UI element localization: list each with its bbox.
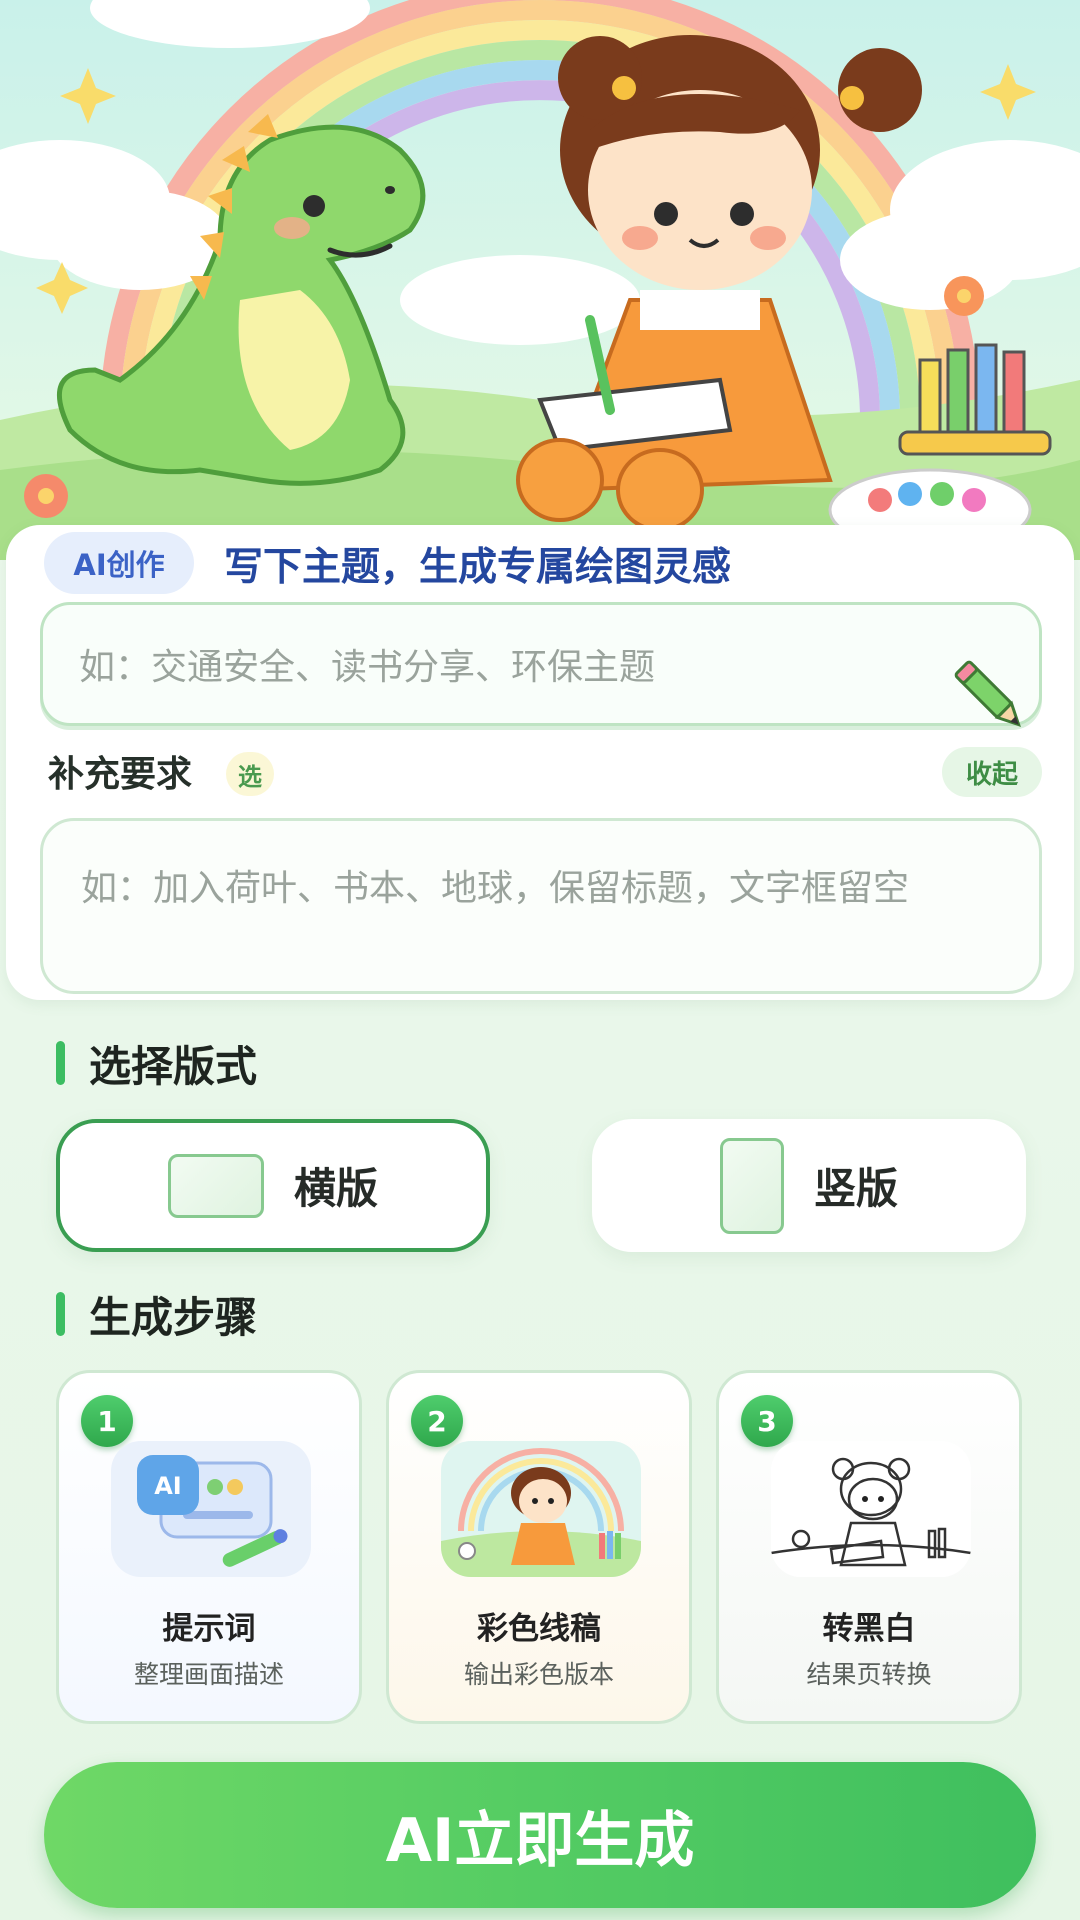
extra-requirements-label: 补充要求 — [48, 754, 193, 795]
ai-creation-chip: AI创作 — [44, 532, 194, 594]
extra-requirements-placeholder: 如：加入荷叶、书本、地球，保留标题，文字框留空 — [81, 868, 910, 909]
extra-requirements-input[interactable]: 如：加入荷叶、书本、地球，保留标题，文字框留空 — [40, 818, 1042, 994]
step-card-prompt: 1 AI 提示词 整理画面描述 — [56, 1370, 362, 1724]
step-number-badge: 3 — [741, 1395, 793, 1447]
layout-option-portrait[interactable]: 竖版 — [592, 1119, 1026, 1252]
ai-prompt-icon: AI — [111, 1441, 311, 1577]
step-subtitle: 输出彩色版本 — [463, 1660, 614, 1689]
collapse-button[interactable]: 收起 — [942, 747, 1042, 797]
layout-option-label: 竖版 — [813, 1164, 898, 1213]
step-card-black-white: 3 转黑白 结果页转换 — [716, 1370, 1022, 1724]
color-drawing-thumbnail — [441, 1441, 641, 1577]
step-number-badge: 2 — [411, 1395, 463, 1447]
step-number-badge: 1 — [81, 1395, 133, 1447]
step-subtitle: 整理画面描述 — [133, 1660, 284, 1689]
steps-section-title: 生成步骤 — [89, 1292, 258, 1342]
steps-section-header: 生成步骤 — [56, 1287, 257, 1342]
step-title: 转黑白 — [822, 1611, 916, 1647]
layout-option-landscape[interactable]: 横版 — [56, 1119, 490, 1252]
step-subtitle: 结果页转换 — [806, 1660, 932, 1689]
optional-badge: 选 — [226, 752, 274, 796]
step-card-color-draft: 2 彩色线稿 输出彩色版本 — [386, 1370, 692, 1724]
pencil-icon — [954, 660, 1021, 727]
landscape-shape-icon — [167, 1153, 264, 1218]
portrait-shape-icon — [719, 1137, 784, 1234]
bw-drawing-thumbnail — [771, 1441, 971, 1577]
topic-input[interactable]: 如：交通安全、读书分享、环保主题 — [40, 602, 1042, 726]
step-title: 彩色线稿 — [477, 1611, 601, 1647]
layout-section-title: 选择版式 — [89, 1041, 258, 1091]
topic-input-placeholder: 如：交通安全、读书分享、环保主题 — [79, 647, 656, 688]
section-accent-bar — [56, 1041, 65, 1085]
section-accent-bar — [56, 1292, 65, 1336]
ai-icon-label: AI — [154, 1472, 182, 1500]
layout-section-header: 选择版式 — [56, 1036, 257, 1091]
step-title: 提示词 — [162, 1611, 256, 1647]
hero-illustration — [0, 0, 1080, 560]
card-title: 写下主题，生成专属绘图灵感 — [224, 545, 732, 590]
hero-scene-image — [0, 0, 1080, 560]
generate-button[interactable]: AI立即生成 — [44, 1762, 1036, 1908]
layout-option-label: 横版 — [293, 1164, 378, 1213]
